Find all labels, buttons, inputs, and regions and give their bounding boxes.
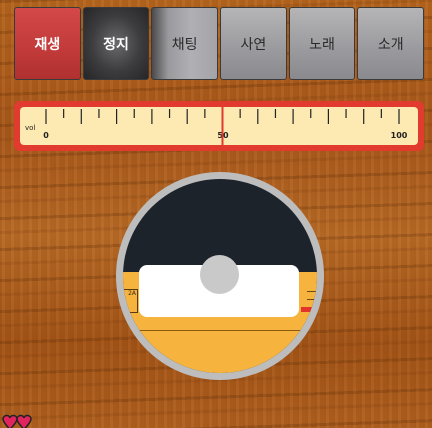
tab-play[interactable]: 재생 (14, 7, 81, 80)
disc-red-mark (301, 307, 317, 312)
tab-story[interactable]: 사연 (220, 7, 287, 80)
scale-min-label: 0 (43, 131, 49, 140)
tab-song[interactable]: 노래 (288, 7, 356, 80)
tab-story-label: 사연 (240, 36, 267, 53)
disc-tick (307, 299, 317, 300)
volume-scale: vol 0 50 100 (25, 107, 408, 145)
tab-stop-label: 정지 (103, 36, 129, 53)
tab-play-label: 재생 (34, 36, 61, 53)
disc-label: 2A (123, 289, 138, 313)
disc-tick (307, 291, 317, 292)
tab-bar: 재생 정지 채팅 사연 노래 소개 (14, 7, 425, 81)
tab-chat[interactable]: 채팅 (151, 7, 219, 80)
heart-icon[interactable] (0, 414, 34, 428)
volume-dial[interactable]: vol 0 50 100 (14, 101, 424, 151)
disc-stripe (123, 330, 317, 331)
tab-chat-label: 채팅 (171, 36, 198, 53)
tab-intro-label: 소개 (377, 36, 404, 53)
volume-label: vol (25, 124, 35, 132)
tab-intro[interactable]: 소개 (357, 7, 425, 80)
center-knob-icon[interactable] (200, 255, 239, 294)
tab-song-label: 노래 (309, 36, 335, 53)
scale-max-label: 100 (391, 131, 408, 140)
tab-stop[interactable]: 정지 (82, 7, 150, 80)
